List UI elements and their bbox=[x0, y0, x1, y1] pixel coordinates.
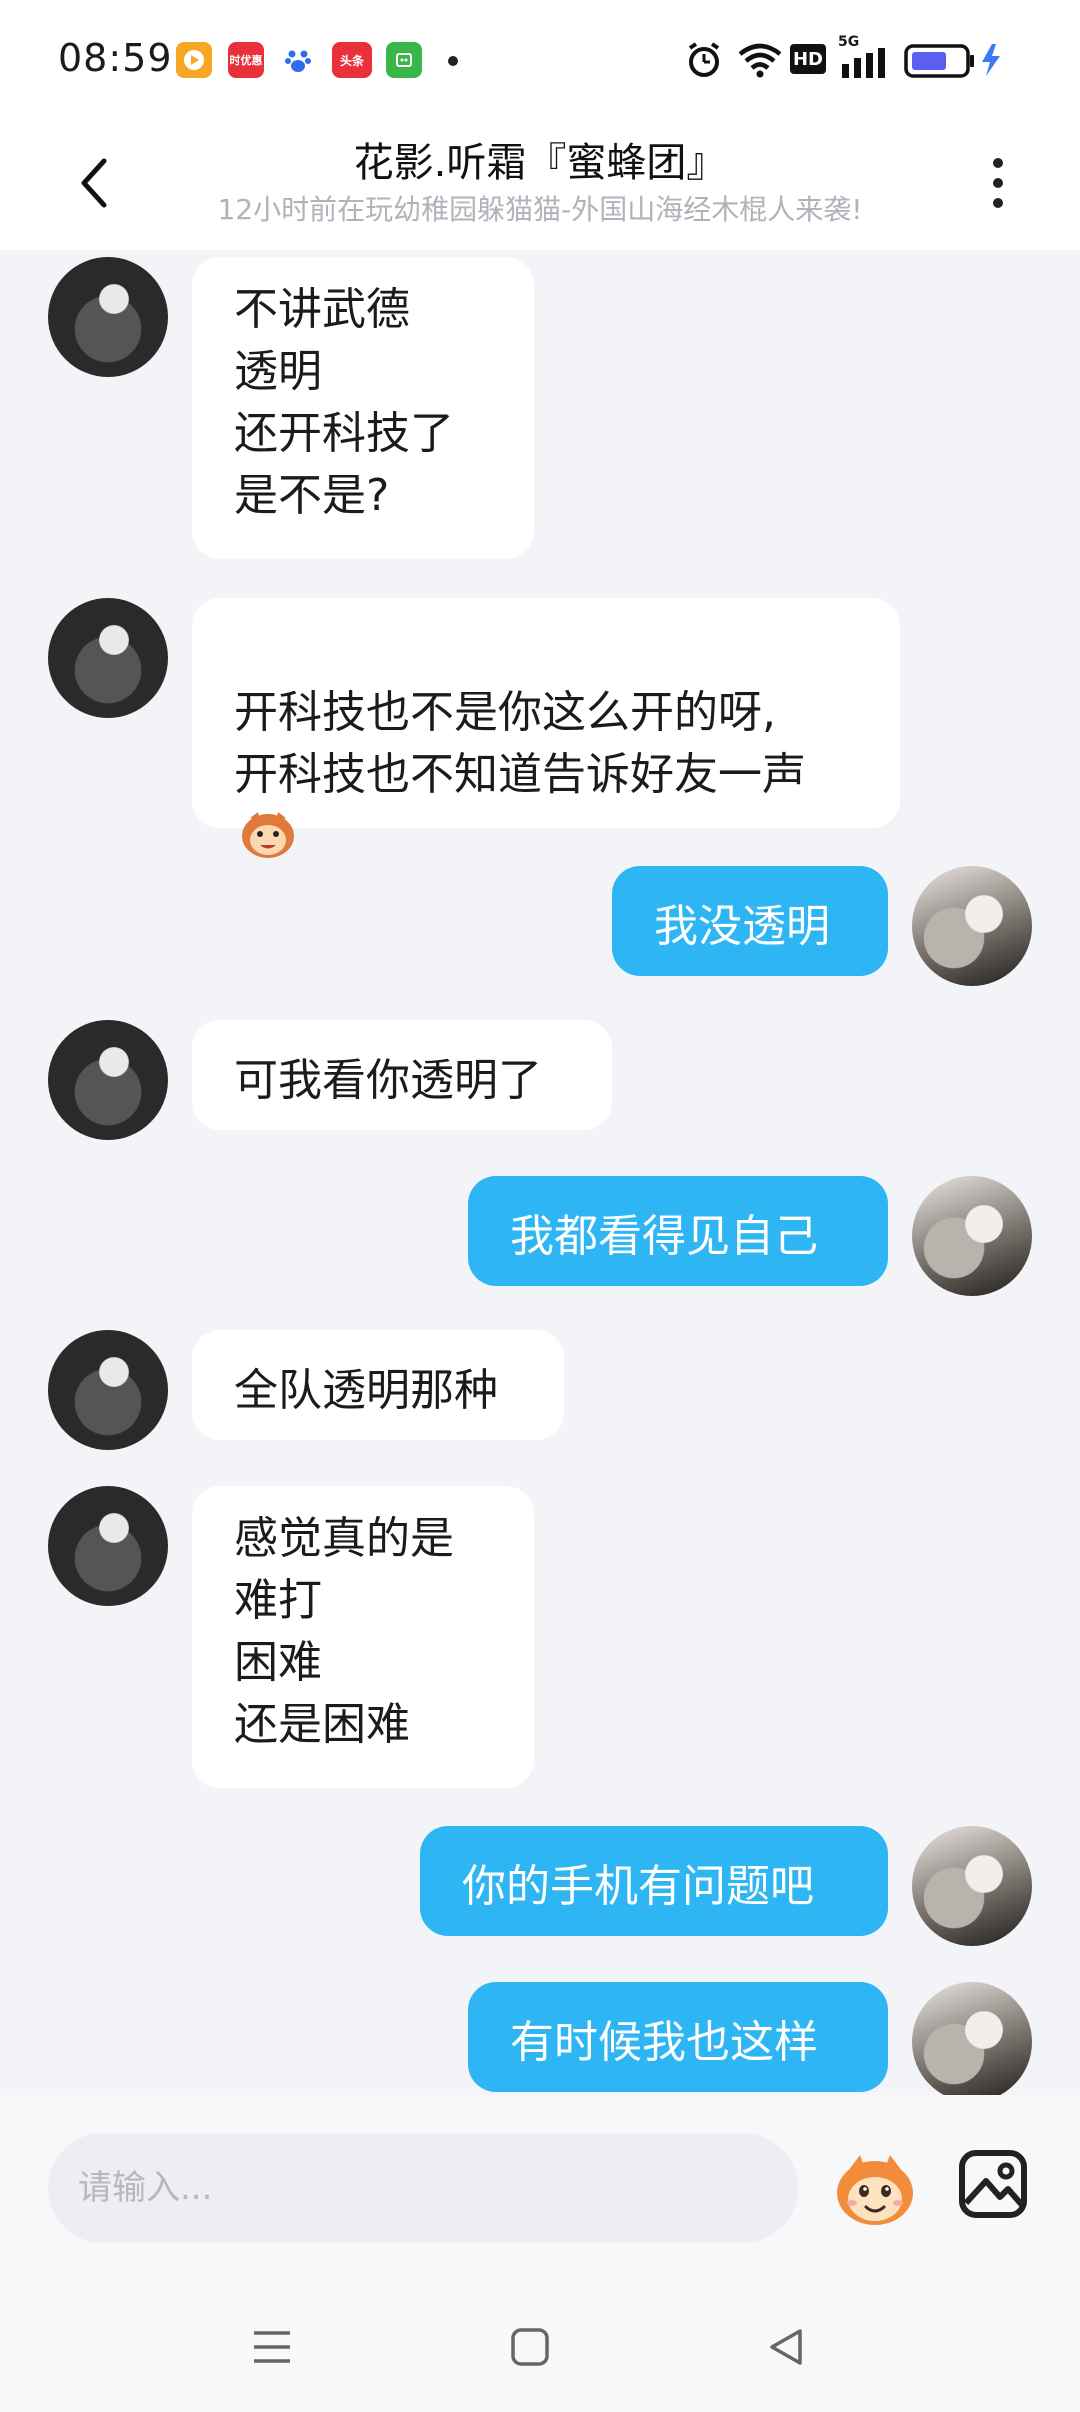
status-bar: 08:59 时优惠 头条 HD 5G bbox=[0, 0, 1080, 120]
back-triangle-icon bbox=[770, 2329, 802, 2365]
avatar[interactable] bbox=[912, 866, 1032, 986]
hd-icon: HD bbox=[790, 44, 826, 74]
system-nav-bar bbox=[0, 2285, 1080, 2412]
menu-nav-button[interactable] bbox=[242, 2317, 302, 2377]
image-icon bbox=[959, 2150, 1027, 2218]
message-bubble[interactable]: 不讲武德 透明 还开科技了 是不是? bbox=[192, 257, 534, 559]
avatar[interactable] bbox=[48, 1486, 168, 1606]
message-bubble[interactable]: 可我看你透明了 bbox=[192, 1020, 612, 1130]
message-bubble[interactable]: 我都看得见自己 bbox=[468, 1176, 888, 1286]
notification-dot-icon bbox=[448, 56, 458, 66]
message-bubble[interactable]: 开科技也不是你这么开的呀, 开科技也不知道告诉好友一声 bbox=[192, 598, 900, 858]
status-time: 08:59 bbox=[58, 36, 173, 80]
home-square-icon bbox=[511, 2328, 549, 2366]
battery-icon bbox=[904, 44, 1000, 78]
more-dot-icon bbox=[993, 158, 1003, 168]
message-bubble[interactable]: 感觉真的是 难打 困难 还是困难 bbox=[192, 1486, 534, 1788]
more-dot-icon bbox=[993, 178, 1003, 188]
avatar[interactable] bbox=[48, 1020, 168, 1140]
avatar[interactable] bbox=[48, 598, 168, 718]
wifi-icon bbox=[738, 43, 782, 78]
avatar[interactable] bbox=[48, 1330, 168, 1450]
chat-subtitle: 12小时前在玩幼稚园躲猫猫-外国山海经木棍人来袭! bbox=[217, 193, 863, 226]
chat-header: 花影.听霜『蜜蜂团』 12小时前在玩幼稚园躲猫猫-外国山海经木棍人来袭! bbox=[0, 120, 1080, 250]
input-bar bbox=[0, 2095, 1080, 2285]
message-bubble[interactable]: 我没透明 bbox=[612, 866, 888, 976]
message-text: 开科技也不是你这么开的呀, 开科技也不知道告诉好友一声 bbox=[234, 687, 806, 800]
monkey-emoji-icon bbox=[238, 748, 298, 879]
home-nav-button[interactable] bbox=[500, 2317, 560, 2377]
avatar[interactable] bbox=[912, 1982, 1032, 2095]
toutiao-app-icon: 头条 bbox=[332, 42, 372, 78]
more-dot-icon bbox=[993, 198, 1003, 208]
more-options-button[interactable] bbox=[978, 148, 1018, 218]
message-bubble[interactable]: 全队透明那种 bbox=[192, 1330, 564, 1440]
signal-5g-icon: 5G bbox=[838, 34, 894, 78]
avatar[interactable] bbox=[912, 1826, 1032, 1946]
monkey-emoji-icon bbox=[837, 2155, 913, 2225]
message-bubble[interactable]: 你的手机有问题吧 bbox=[420, 1826, 888, 1936]
video-app-icon bbox=[176, 42, 212, 78]
message-input[interactable] bbox=[48, 2133, 798, 2243]
alarm-icon bbox=[688, 42, 720, 77]
message-bubble[interactable]: 有时候我也这样 bbox=[468, 1982, 888, 2092]
wechat-mini-icon bbox=[386, 42, 422, 78]
image-button[interactable] bbox=[958, 2149, 1028, 2219]
avatar[interactable] bbox=[912, 1176, 1032, 1296]
shopping-app-icon: 时优惠 bbox=[228, 42, 264, 78]
baidu-app-icon bbox=[280, 42, 316, 78]
menu-icon bbox=[254, 2331, 290, 2363]
back-nav-button[interactable] bbox=[756, 2317, 816, 2377]
chat-messages: 不讲武德 透明 还开科技了 是不是? 开科技也不是你这么开的呀, 开科技也不知道… bbox=[0, 250, 1080, 2095]
emoji-button[interactable] bbox=[830, 2145, 920, 2235]
chat-title: 花影.听霜『蜜蜂团』 bbox=[353, 140, 727, 186]
avatar[interactable] bbox=[48, 257, 168, 377]
